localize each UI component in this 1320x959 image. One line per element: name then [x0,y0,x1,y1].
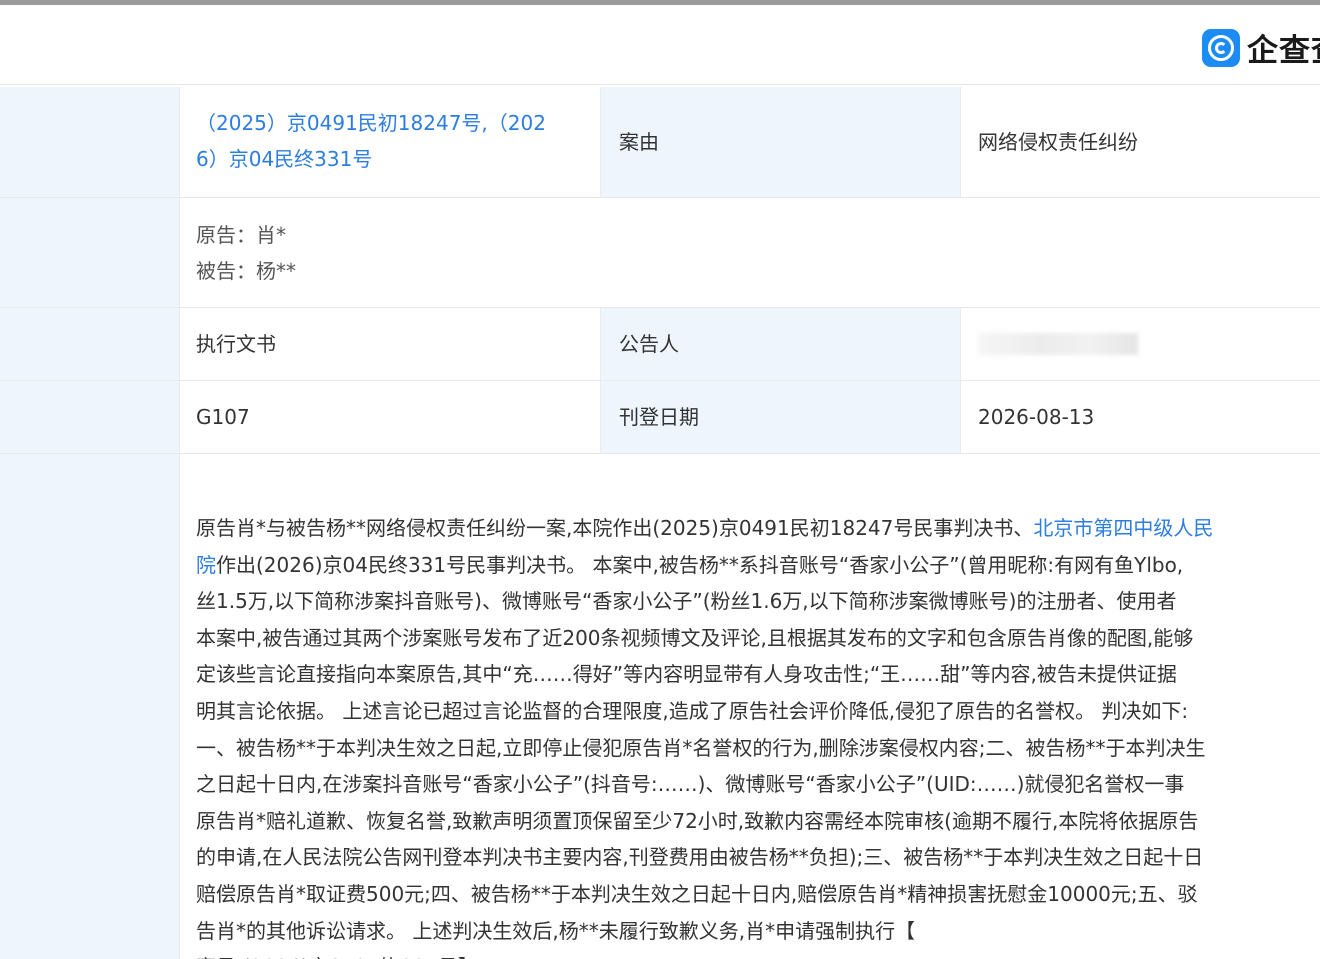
qichacha-logo-icon [1202,28,1240,67]
content-line: 本案中,被告通过其两个涉案账号发布了近200条视频博文及评论,且根据其发布的文字… [196,620,1320,657]
content-line: 之日起十日内,在涉案抖音账号“香家小公子”(抖音号:……)、微博账号“香家小公子… [196,766,1320,803]
content-line: 明其言论依据。 上述言论已超过言论监督的合理限度,造成了原告社会评价降低,侵犯了… [196,693,1320,730]
content-line: 赔偿原告肖*取证费500元;四、被告杨**于本判决生效之日起十日内,赔偿原告肖*… [196,876,1320,913]
content-text: 一、被告杨**于本判决生效之日起,立即停止侵犯原告肖*名誉权的行为,删除涉案侵权… [196,735,1206,760]
parties-cell: 原告：肖* 被告：杨** [180,198,1320,307]
court-link[interactable]: 北京市第四中级人民 [1033,516,1213,540]
content-line: 的申请,在人民法院公告网刊登本判决书主要内容,刊登费用由被告杨**负担);三、被… [196,839,1320,876]
header: 企查查 [0,5,1320,85]
court-link[interactable]: 院 [196,553,216,577]
announcer-label: 公告人 [600,308,961,380]
doc-type-cell: 执行文书 [196,332,276,356]
announcement-content: 原告肖*与被告杨**网络侵权责任纠纷一案,本院作出(2025)京0491民初18… [196,510,1320,959]
row-label-cell [0,454,180,959]
content-line: 丝1.5万,以下简称涉案抖音账号)、微博账号“香家小公子”(粉丝1.6万,以下简… [196,583,1320,620]
plaintiff-text: 原告：肖* [196,222,286,247]
content-line: 原告肖*与被告杨**网络侵权责任纠纷一案,本院作出(2025)京0491民初18… [196,510,1320,547]
publish-date-label: 刊登日期 [600,381,961,453]
content-text: 告肖*的其他诉讼请求。 上述判决生效后,杨**未履行致歉义务,肖*申请强制执行【 [196,918,916,943]
row-label-cell [0,87,180,197]
content-text: 原告肖*与被告杨**网络侵权责任纠纷一案,本院作出(2025)京0491民初18… [196,516,1034,540]
content-text: 丝1.5万,以下简称涉案抖音账号)、微博账号“香家小公子”(粉丝1.6万,以下简… [196,589,1177,614]
content-text: 作出(2026)京04民终331号民事判决书。 本案中,被告杨**系抖音账号“香… [216,552,1184,577]
content-text: 定该些言论直接指向本案原告,其中“充……得好”等内容明显带有人身攻击性;“王……… [196,662,1177,687]
announcer-value [961,308,1320,380]
content-line: 一、被告杨**于本判决生效之日起,立即停止侵犯原告肖*名誉权的行为,删除涉案侵权… [196,730,1320,767]
content-line: 定该些言论直接指向本案原告,其中“充……得好”等内容明显带有人身攻击性;“王……… [196,656,1320,693]
content-text: 本案中,被告通过其两个涉案账号发布了近200条视频博文及评论,且根据其发布的文字… [196,625,1194,650]
cause-value: 网络侵权责任纠纷 [978,130,1138,154]
row-label-cell [0,308,180,380]
row-label-cell [0,381,180,453]
publish-date-value: 2026-08-13 [978,405,1095,429]
logo[interactable]: 企查查 [1202,25,1320,70]
case-number-link-2[interactable]: 6）京04民终331号 [196,141,584,177]
content-text: 之日起十日内,在涉案抖音账号“香家小公子”(抖音号:……)、微博账号“香家小公子… [196,772,1185,797]
case-number-link-1[interactable]: （2025）京0491民初18247号,（202 [196,105,584,141]
content-text: 原告肖*赔礼道歉、恢复名誉,致歉声明须置顶保留至少72小时,致歉内容需经本院审核… [196,808,1199,833]
content-line: 告肖*的其他诉讼请求。 上述判决生效后,杨**未履行致歉义务,肖*申请强制执行【 [196,913,1320,950]
content-text: 的申请,在人民法院公告网刊登本判决书主要内容,刊登费用由被告杨**负担);三、被… [196,845,1204,870]
content-text: 赔偿原告肖*取证费500元;四、被告杨**于本判决生效之日起十日内,赔偿原告肖*… [196,881,1198,906]
row-label-cell [0,198,180,307]
defendant-text: 被告：杨** [196,258,296,283]
table-row-publish: G107 刊登日期 2026-08-13 [0,381,1320,454]
cause-label: 案由 [600,87,961,197]
content-line: 原告肖*赔礼道歉、恢复名誉,致歉声明须置顶保留至少72小时,致歉内容需经本院审核… [196,803,1320,840]
redacted-announcer [978,333,1138,355]
table-row-doc: 执行文书 公告人 [0,308,1320,381]
logo-text: 企查查 [1247,33,1320,69]
case-numbers-cell: （2025）京0491民初18247号,（202 6）京04民终331号 [180,87,600,197]
content-text: 明其言论依据。 上述言论已超过言论监督的合理限度,造成了原告社会评价降低,侵犯了… [196,698,1189,723]
table-row-case: （2025）京0491民初18247号,（202 6）京04民终331号 案由 … [0,87,1320,198]
page-value-cell: G107 [196,405,250,429]
content-text: 案号 (2026)京0491执807号】 [196,955,478,959]
content-line: 案号 (2026)京0491执807号】 [196,949,1320,959]
content-line: 院作出(2026)京04民终331号民事判决书。 本案中,被告杨**系抖音账号“… [196,547,1320,584]
table-row-parties: 原告：肖* 被告：杨** [0,198,1320,308]
